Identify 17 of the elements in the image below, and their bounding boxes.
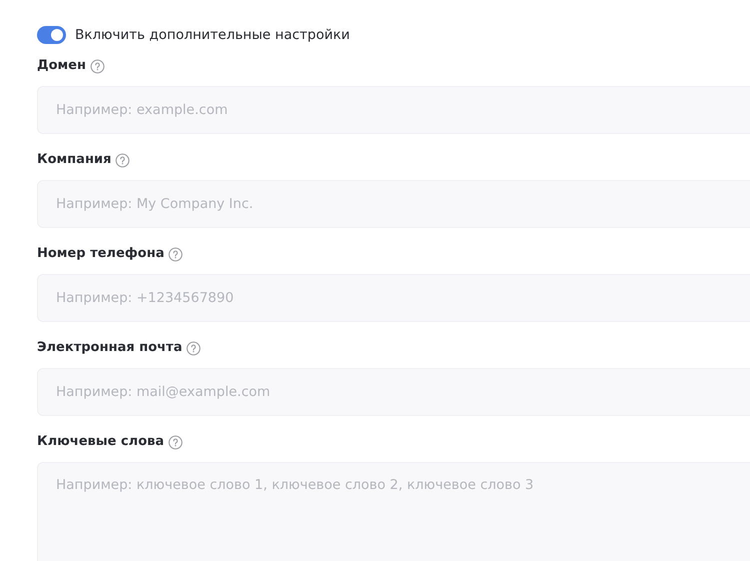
input-field[interactable]: Например: +1234567890 — [37, 274, 750, 322]
toggle-switch[interactable] — [37, 26, 66, 44]
help-icon[interactable] — [186, 340, 202, 356]
toggle-label: Включить дополнительные настройки — [75, 26, 350, 45]
field-label: Ключевые слова — [37, 433, 164, 452]
help-icon[interactable] — [168, 246, 184, 262]
text-area[interactable]: Например: ключевое слово 1, ключевое слово 2, ключевое слово 3 — [37, 462, 750, 561]
field-label: Компания — [37, 151, 112, 170]
field-label: Номер телефона — [37, 245, 164, 264]
input-field[interactable]: Например: My Company Inc. — [37, 180, 750, 228]
field-label: Домен — [37, 57, 86, 76]
help-icon[interactable] — [115, 152, 130, 168]
input-field[interactable]: Например: mail@example.com — [37, 368, 750, 416]
help-icon[interactable] — [90, 58, 105, 74]
field-label: Электронная почта — [37, 339, 182, 358]
help-icon[interactable] — [168, 434, 184, 450]
input-field[interactable]: Например: example.com — [37, 86, 750, 134]
